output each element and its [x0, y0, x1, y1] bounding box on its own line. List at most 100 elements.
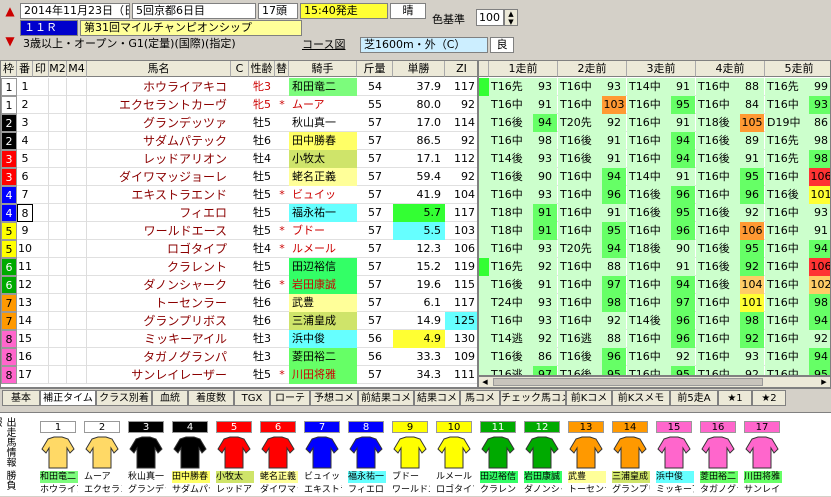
- past-race-info[interactable]: T16中: [765, 204, 809, 222]
- past-race-index[interactable]: 91: [740, 150, 764, 168]
- past-race-index[interactable]: 93: [533, 312, 557, 330]
- past-race-info[interactable]: T16中: [558, 294, 602, 312]
- past-race-index[interactable]: 92: [602, 114, 626, 132]
- past-race-info[interactable]: T16中: [765, 294, 809, 312]
- horse-name[interactable]: ダイワマッジョーレ: [87, 168, 231, 186]
- jockey-name[interactable]: ムーア: [289, 96, 357, 114]
- past-race-info[interactable]: T16中: [558, 276, 602, 294]
- silk-card[interactable]: 15 浜中俊ミッキーアイル: [656, 421, 694, 497]
- past-race-index[interactable]: 94: [671, 132, 695, 150]
- past-race-index[interactable]: 91: [602, 132, 626, 150]
- mark-cell[interactable]: [33, 258, 49, 276]
- horse-name[interactable]: エキストラエンド: [87, 186, 231, 204]
- past-race-info[interactable]: T16後: [696, 240, 740, 258]
- past-race-index[interactable]: 92: [533, 258, 557, 276]
- tab-11[interactable]: チェック馬コメ: [500, 390, 566, 406]
- column-header-1[interactable]: 番: [17, 61, 33, 77]
- past-race-info[interactable]: T16中: [696, 348, 740, 366]
- horse-row[interactable]: 2 4 サダムパテック 牡6 田中勝春 57 86.5 92: [1, 132, 477, 150]
- scroll-left-arrow[interactable]: ◀: [479, 377, 491, 387]
- jockey-name[interactable]: ブドー: [289, 222, 357, 240]
- mark-cell[interactable]: [33, 312, 49, 330]
- past-race-index[interactable]: 92: [740, 330, 764, 348]
- past-race-index[interactable]: 97: [602, 276, 626, 294]
- past-race-info[interactable]: T16中: [627, 330, 671, 348]
- tab-2[interactable]: クラス別着: [96, 390, 152, 406]
- silk-card[interactable]: 11 田辺裕信クラレント: [480, 421, 518, 497]
- past-race-info[interactable]: T16中: [696, 330, 740, 348]
- past-race-info[interactable]: T16中: [765, 366, 809, 375]
- prev-race-button[interactable]: ▲: [2, 3, 18, 19]
- silk-card[interactable]: 9 ブドーワールドエース: [392, 421, 430, 497]
- jockey-name[interactable]: 川田将雅: [289, 366, 357, 384]
- past-race-info[interactable]: T14後: [489, 150, 533, 168]
- past-race-index[interactable]: 92: [602, 312, 626, 330]
- past-race-header-0[interactable]: 1走前: [489, 61, 558, 77]
- past-race-index[interactable]: 94: [602, 168, 626, 186]
- horse-row[interactable]: 2 3 グランデッツァ 牡5 秋山真一 57 17.0 114: [1, 114, 477, 132]
- mark-cell[interactable]: [33, 96, 49, 114]
- past-race-info[interactable]: T16中: [765, 312, 809, 330]
- past-race-index[interactable]: 96: [740, 186, 764, 204]
- past-race-info[interactable]: T16中: [627, 348, 671, 366]
- tab-0[interactable]: 基本: [2, 390, 40, 406]
- past-race-info[interactable]: T16中: [558, 168, 602, 186]
- tab-1[interactable]: 補正タイム: [40, 390, 96, 406]
- past-race-index[interactable]: 94: [671, 276, 695, 294]
- column-header-12[interactable]: ZI: [445, 61, 477, 77]
- past-race-header-1[interactable]: 2走前: [558, 61, 627, 77]
- past-race-header-3[interactable]: 4走前: [696, 61, 765, 77]
- past-race-index[interactable]: 92: [671, 348, 695, 366]
- past-race-index[interactable]: 95: [809, 366, 830, 375]
- silk-card[interactable]: 17 川田将雅サンレイレーザー: [744, 421, 782, 497]
- tab-16[interactable]: ★2: [752, 390, 786, 406]
- horse-name[interactable]: ワールドエース: [87, 222, 231, 240]
- past-race-info[interactable]: T16中: [765, 168, 809, 186]
- past-race-info[interactable]: T16後: [696, 258, 740, 276]
- past-race-info[interactable]: T18後: [627, 240, 671, 258]
- past-race-index[interactable]: 91: [533, 204, 557, 222]
- past-race-info[interactable]: T16中: [765, 222, 809, 240]
- past-race-index[interactable]: 93: [809, 96, 830, 114]
- past-race-info[interactable]: T16中: [696, 294, 740, 312]
- next-race-button[interactable]: ▼: [2, 33, 18, 49]
- past-race-info[interactable]: T16中: [627, 366, 671, 375]
- past-race-info[interactable]: T16中: [489, 312, 533, 330]
- past-race-info[interactable]: T16中: [696, 186, 740, 204]
- past-race-info[interactable]: T16後: [696, 204, 740, 222]
- past-race-info[interactable]: T16先: [489, 78, 533, 96]
- horse-name[interactable]: サンレイレーザー: [87, 366, 231, 384]
- past-race-index[interactable]: 92: [809, 330, 830, 348]
- horse-name[interactable]: レッドアリオン: [87, 150, 231, 168]
- horse-name[interactable]: クラレント: [87, 258, 231, 276]
- mark-cell[interactable]: [33, 276, 49, 294]
- past-race-index[interactable]: 95: [740, 168, 764, 186]
- past-race-info[interactable]: T16先: [765, 78, 809, 96]
- past-race-index[interactable]: 96: [671, 330, 695, 348]
- column-header-10[interactable]: 斤量: [357, 61, 393, 77]
- past-race-info[interactable]: T16逃: [558, 330, 602, 348]
- past-race-index[interactable]: 92: [740, 366, 764, 375]
- horse-name[interactable]: トーセンラー: [87, 294, 231, 312]
- tab-5[interactable]: TGX: [234, 390, 270, 406]
- column-header-11[interactable]: 単勝: [393, 61, 445, 77]
- column-header-8[interactable]: 替: [275, 61, 289, 77]
- past-race-info[interactable]: T14中: [627, 168, 671, 186]
- past-race-info[interactable]: T16中: [627, 276, 671, 294]
- past-race-index[interactable]: 101: [740, 294, 764, 312]
- tab-3[interactable]: 血統: [152, 390, 188, 406]
- past-race-info[interactable]: T16中: [696, 366, 740, 375]
- jockey-name[interactable]: 福永祐一: [289, 204, 357, 222]
- past-race-index[interactable]: 93: [533, 294, 557, 312]
- past-race-index[interactable]: 93: [809, 204, 830, 222]
- past-race-index[interactable]: 95: [671, 366, 695, 375]
- horse-row[interactable]: 8 15 ミッキーアイル 牡3 浜中俊 56 4.9 130: [1, 330, 477, 348]
- jockey-name[interactable]: ビュイッ: [289, 186, 357, 204]
- horse-name[interactable]: グランプリボス: [87, 312, 231, 330]
- jockey-name[interactable]: 田辺裕信: [289, 258, 357, 276]
- horse-row[interactable]: 1 1 ホウライアキコ 牝3 和田竜二 54 37.9 117: [1, 78, 477, 96]
- past-race-info[interactable]: T16中: [696, 168, 740, 186]
- past-race-index[interactable]: 98: [602, 294, 626, 312]
- silk-card[interactable]: 8 福永祐一 フィエロ: [348, 421, 386, 497]
- past-race-index[interactable]: 94: [602, 240, 626, 258]
